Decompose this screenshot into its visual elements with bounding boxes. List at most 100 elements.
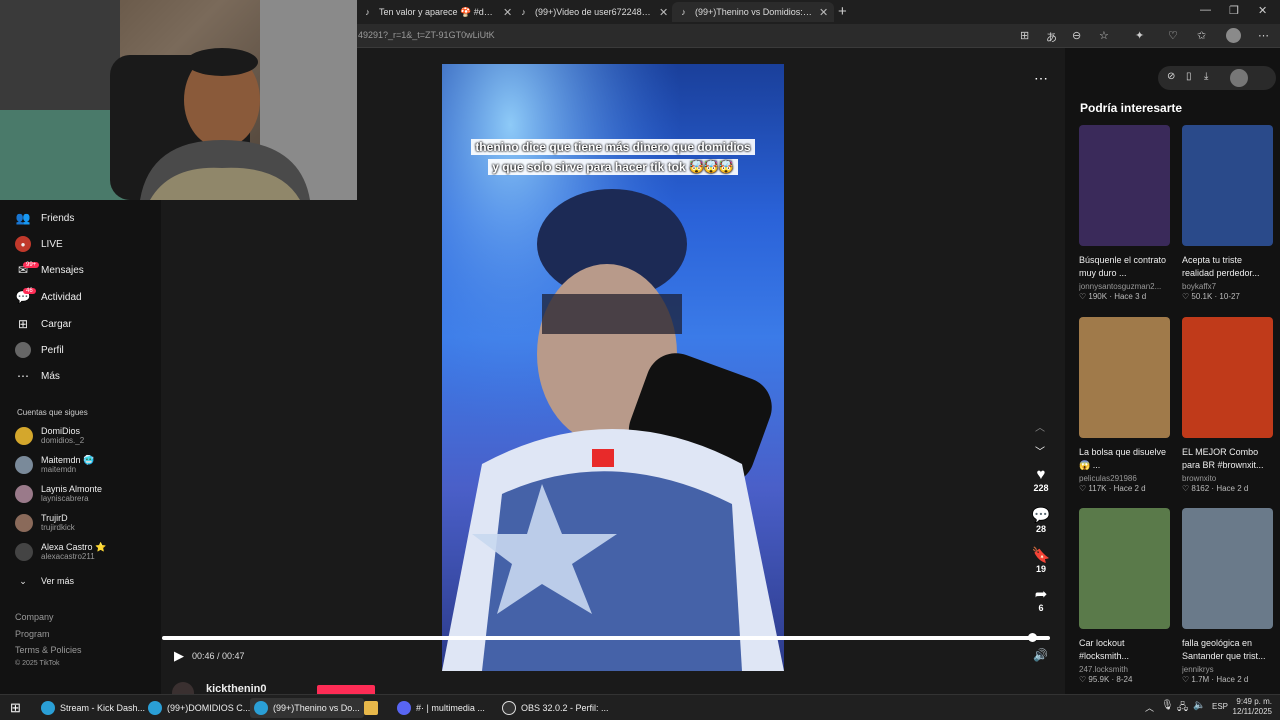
- taskbar-label: Stream - Kick Dash...: [60, 703, 146, 713]
- taskbar-item[interactable]: Stream - Kick Dash...: [37, 698, 149, 718]
- volume-icon[interactable]: 🔊: [1033, 648, 1048, 662]
- play-icon[interactable]: ▶: [174, 648, 184, 664]
- nav-upload[interactable]: ⊞ Cargar: [15, 316, 72, 332]
- comment-count: 28: [1035, 524, 1046, 534]
- progress-bar[interactable]: [162, 636, 1050, 640]
- taskbar-label: #· | multimedia ...: [416, 703, 485, 713]
- following-item[interactable]: DomiDios domidios._2: [15, 426, 84, 446]
- close-tab-icon[interactable]: ✕: [819, 6, 828, 19]
- follow-button[interactable]: [317, 685, 375, 694]
- see-more-label: Ver más: [41, 576, 75, 586]
- taskbar-item[interactable]: OBS 32.0.2 - Perfil: ...: [498, 698, 613, 718]
- following-item[interactable]: Maitemdn 🥶 maitemdn: [15, 455, 94, 475]
- close-tab-icon[interactable]: ✕: [503, 6, 512, 19]
- url-field[interactable]: 49291?_r=1&_t=ZT-91GT0wLiUtK: [358, 30, 495, 40]
- card-likes: 95.9K: [1088, 675, 1110, 684]
- webcam-overlay: [0, 0, 357, 200]
- following-name: Alexa Castro ⭐: [41, 542, 107, 552]
- card-title: Acepta tu triste realidad perdedor...: [1182, 255, 1260, 278]
- following-item[interactable]: TrujirD trujirdkick: [15, 513, 75, 533]
- profile-avatar[interactable]: [1226, 28, 1241, 43]
- clock[interactable]: 9:49 p. m. 12/11/2025: [1232, 697, 1272, 717]
- taskbar-item-active[interactable]: (99+)Thenino vs Do...: [250, 698, 364, 718]
- microphone-icon[interactable]: 🎙: [1161, 700, 1174, 711]
- extensions-icon[interactable]: ✦: [1135, 29, 1144, 42]
- chevron-down-icon[interactable]: ﹀: [1035, 443, 1045, 458]
- nav-label: Actividad: [41, 291, 82, 303]
- card-likes: 8162: [1191, 484, 1210, 493]
- card-meta: ♡ 117K · Hace 2 d: [1079, 484, 1146, 493]
- taskbar: ⊞ Stream - Kick Dash... (99+)DOMIDIOS C.…: [0, 694, 1280, 720]
- recommendation-card[interactable]: Acepta tu triste realidad perdedor... bo…: [1182, 125, 1273, 301]
- recommendation-card[interactable]: La bolsa que disuelve😱 ... peliculas2919…: [1079, 317, 1170, 493]
- card-meta: ♡ 8162 · Hace 2 d: [1182, 484, 1249, 493]
- browser-tab-active[interactable]: ♪ (99+)Thenino vs Domidios: TikTok ✕: [672, 2, 835, 22]
- following-item[interactable]: Laynis Almonte layniscabrera: [15, 484, 102, 504]
- card-age: 8-24: [1116, 675, 1133, 684]
- more-options-icon[interactable]: ⋯: [1034, 70, 1048, 87]
- nav-friends[interactable]: 👥 Friends: [15, 210, 75, 226]
- following-title: Cuentas que sigues: [17, 408, 88, 417]
- nav-profile[interactable]: Perfil: [15, 342, 64, 358]
- network-icon[interactable]: 🖧: [1177, 700, 1188, 717]
- new-tab-icon[interactable]: +: [838, 3, 847, 20]
- card-age: Hace 2 d: [1216, 675, 1249, 684]
- following-handle: trujirdkick: [41, 523, 75, 532]
- more-icon: ⋯: [17, 369, 29, 383]
- see-more-button[interactable]: ⌄ Ver más: [15, 573, 74, 589]
- favorite-icon[interactable]: ☆: [1099, 29, 1109, 42]
- user-avatar[interactable]: [1230, 69, 1248, 87]
- comment-button[interactable]: 💬 28: [1030, 506, 1052, 534]
- chevron-up-icon[interactable]: ︿: [1145, 701, 1154, 714]
- save-button[interactable]: 🔖 19: [1030, 546, 1052, 574]
- language-indicator[interactable]: ESP: [1212, 702, 1228, 711]
- taskbar-item[interactable]: (99+)DOMIDIOS C...: [144, 698, 254, 718]
- compass-icon[interactable]: ⊘: [1167, 71, 1175, 82]
- following-item[interactable]: Alexa Castro ⭐ alexacastro211: [15, 542, 106, 562]
- zoom-icon[interactable]: ⊖: [1072, 29, 1081, 42]
- following-handle: maitemdn: [41, 465, 77, 474]
- footer-link[interactable]: Company: [15, 612, 54, 622]
- nav-live[interactable]: ● LIVE: [15, 236, 63, 252]
- close-tab-icon[interactable]: ✕: [659, 6, 668, 19]
- favorites-icon[interactable]: ✩: [1197, 29, 1206, 42]
- card-age: Hace 3 d: [1114, 292, 1147, 301]
- like-button[interactable]: ♥ 228: [1030, 466, 1052, 493]
- toolbar-pill: ⊘ ▯ ⤓: [1158, 66, 1276, 90]
- recommendation-card[interactable]: Búsquenle el contrato muy duro ... jonny…: [1079, 125, 1170, 301]
- progress-handle[interactable]: [1028, 633, 1037, 642]
- menu-icon[interactable]: ⋯: [1258, 29, 1269, 42]
- card-title: La bolsa que disuelve😱 ...: [1079, 447, 1167, 470]
- device-icon[interactable]: ▯: [1186, 71, 1192, 82]
- app-icon[interactable]: ⊞: [1020, 29, 1029, 42]
- author-name[interactable]: kickthenin0: [206, 683, 267, 694]
- taskbar-item[interactable]: #· | multimedia ...: [393, 698, 489, 718]
- following-name: Laynis Almonte: [41, 484, 103, 494]
- windows-start-icon[interactable]: ⊞: [10, 700, 21, 716]
- chevron-up-icon[interactable]: ︿: [1035, 419, 1045, 434]
- tab-title: (99+)Video de user67224866502 (@: [535, 7, 653, 17]
- tab-title: Ten valor y aparece 🍄 #domidios: [379, 6, 497, 17]
- speaker-icon[interactable]: 🔈: [1193, 700, 1205, 711]
- nav-more[interactable]: ⋯ Más: [15, 368, 60, 384]
- share-button[interactable]: ➦ 6: [1030, 585, 1052, 613]
- close-window-icon[interactable]: ✕: [1258, 4, 1267, 17]
- recommendation-card[interactable]: falla geológica en Santander que trist..…: [1182, 508, 1273, 684]
- translate-icon[interactable]: あ: [1046, 29, 1057, 45]
- footer-link[interactable]: Program: [15, 629, 50, 639]
- performance-icon[interactable]: ♡: [1168, 29, 1178, 42]
- recommendation-card[interactable]: EL MEJOR Combo para BR #brownxit... brow…: [1182, 317, 1273, 493]
- taskbar-item[interactable]: [360, 698, 382, 718]
- comment-icon: 💬: [1031, 507, 1051, 524]
- edge-icon: [41, 701, 55, 715]
- minimize-icon[interactable]: —: [1200, 4, 1211, 16]
- friends-icon: 👥: [15, 211, 31, 225]
- recommendation-card[interactable]: Car lockout #locksmith... 247.locksmith …: [1079, 508, 1170, 684]
- browser-tab[interactable]: ♪ (99+)Video de user67224866502 (@ ✕: [512, 2, 674, 22]
- time-display: 00:46 / 00:47: [192, 651, 245, 661]
- maximize-icon[interactable]: ❐: [1229, 4, 1239, 17]
- browser-tab[interactable]: ♪ Ten valor y aparece 🍄 #domidios ✕: [356, 2, 518, 22]
- footer-link[interactable]: Terms & Policies: [15, 645, 82, 655]
- download-icon[interactable]: ⤓: [1204, 71, 1208, 82]
- nav-label: Más: [41, 370, 60, 382]
